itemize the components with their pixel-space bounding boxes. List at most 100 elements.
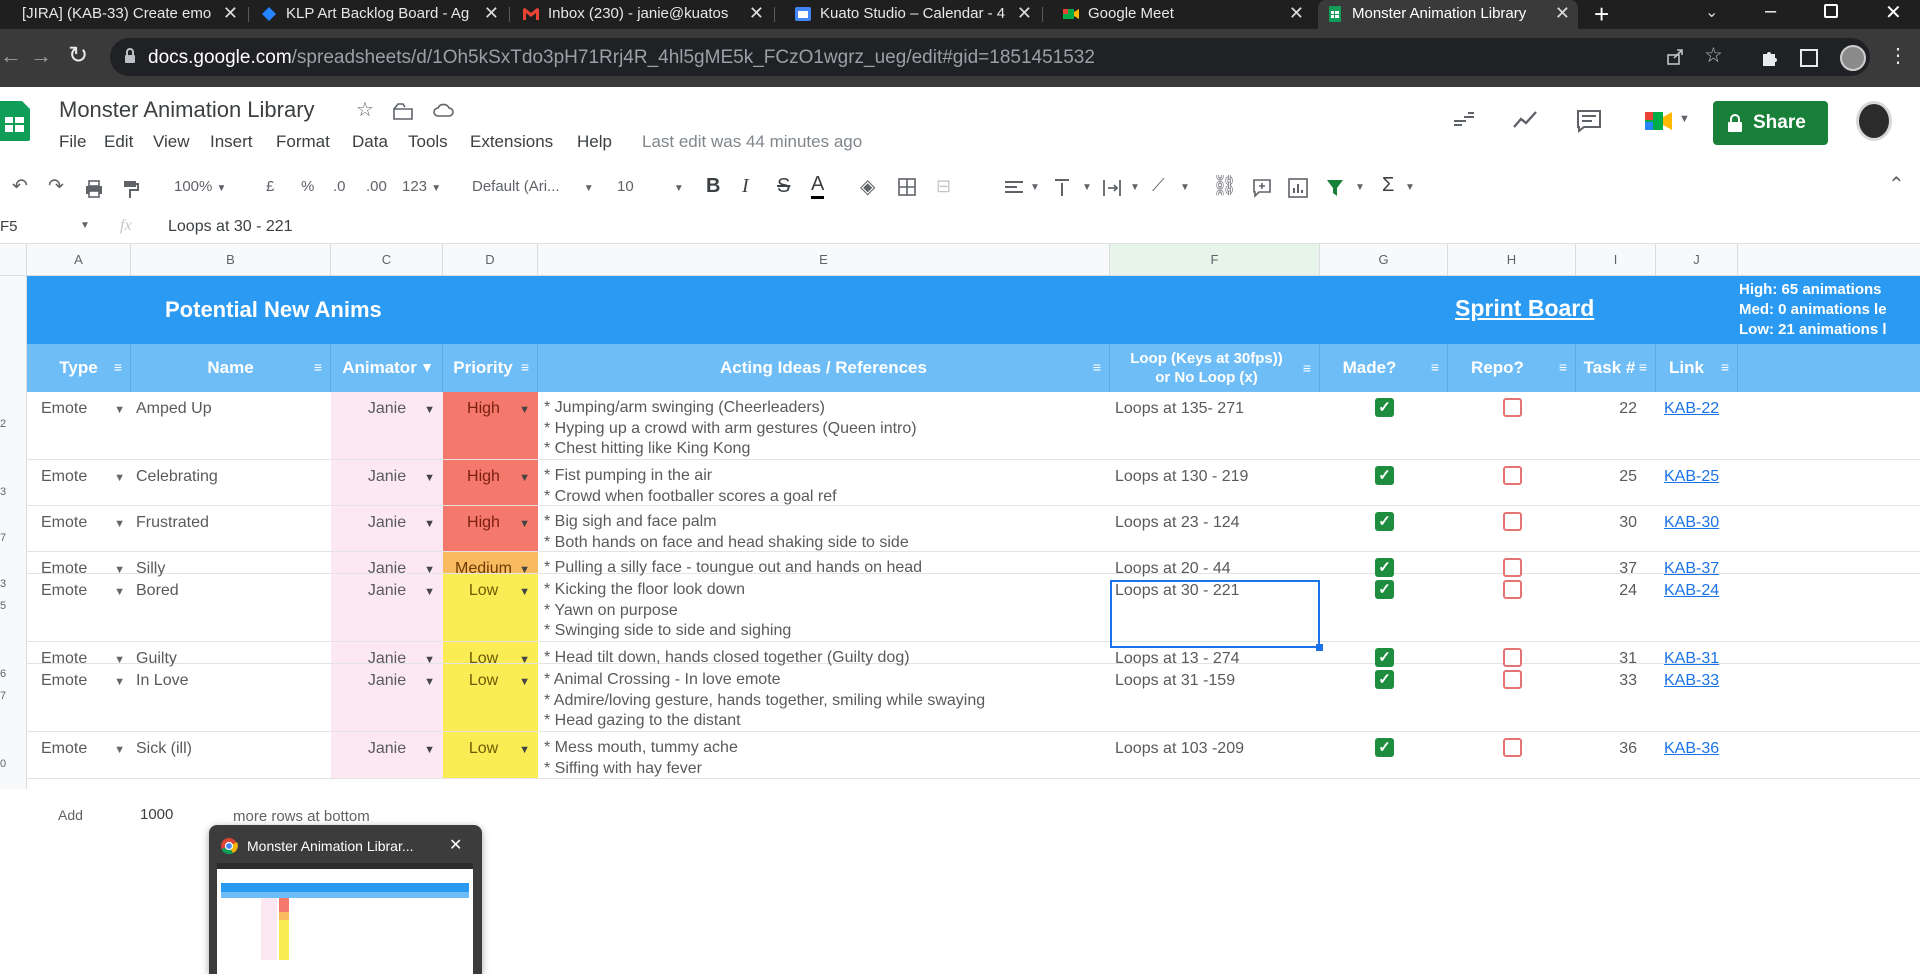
collapse-menus-icon[interactable]: ⌃	[1888, 172, 1905, 197]
row-number[interactable]: 5	[0, 600, 6, 612]
menu-view[interactable]: View	[153, 132, 190, 152]
made-cell[interactable]: ✓	[1320, 574, 1448, 641]
repo-cell[interactable]	[1448, 664, 1576, 731]
made-cell[interactable]: ✓	[1320, 732, 1448, 778]
made-cell[interactable]: ✓	[1320, 552, 1448, 577]
filter-icon[interactable]: ≡	[1303, 359, 1311, 378]
add-rows-count[interactable]: 1000	[140, 806, 173, 823]
task-cell[interactable]: 24	[1576, 574, 1656, 641]
menu-extensions[interactable]: Extensions	[470, 132, 553, 152]
share-button[interactable]: Share	[1713, 101, 1828, 145]
profile-avatar[interactable]	[1840, 45, 1866, 71]
animator-dropdown-icon[interactable]: ▼	[424, 472, 435, 484]
browser-tab-meet[interactable]: Google Meet ✕	[1054, 0, 1312, 29]
loop-cell[interactable]: Loops at 103 -209	[1110, 732, 1320, 778]
meet-dropdown-icon[interactable]: ▼	[1679, 113, 1690, 125]
acting-ideas-cell[interactable]: * Pulling a silly face - toungue out and…	[538, 552, 1110, 576]
window-preview-popup[interactable]: Monster Animation Librar... ✕	[209, 825, 482, 974]
browser-tab-monster-animation-library[interactable]: Monster Animation Library ✕	[1318, 0, 1578, 29]
repo-cell[interactable]	[1448, 392, 1576, 459]
name-cell[interactable]: Celebrating	[131, 460, 331, 505]
wrap-dropdown-icon[interactable]: ▼	[1130, 182, 1140, 193]
animator-dropdown-icon[interactable]: ▼	[424, 518, 435, 530]
column-header-k[interactable]	[1738, 244, 1920, 276]
column-header-h[interactable]: H	[1448, 244, 1576, 276]
back-arrow-icon[interactable]: ←	[0, 43, 22, 69]
row-number[interactable]: 3	[0, 486, 6, 498]
type-cell[interactable]: Emote ▼	[27, 642, 131, 667]
font-size-select[interactable]: 10 ▼	[617, 178, 684, 195]
column-header-i[interactable]: I	[1576, 244, 1656, 276]
header-priority[interactable]: Priority ≡	[443, 344, 538, 392]
filter-active-icon[interactable]: ▼	[420, 359, 434, 375]
priority-dropdown-icon[interactable]: ▼	[519, 676, 530, 688]
align-dropdown-icon[interactable]: ▼	[1030, 182, 1040, 193]
filter-icon[interactable]	[1326, 178, 1344, 198]
checkbox-unchecked[interactable]	[1503, 580, 1522, 599]
omnibox[interactable]: docs.google.com/spreadsheets/d/1Oh5kSxTd…	[110, 38, 1870, 76]
name-box-dropdown-icon[interactable]: ▼	[80, 220, 90, 231]
header-animator[interactable]: Animator ▼	[331, 344, 443, 392]
repo-cell[interactable]	[1448, 732, 1576, 778]
browser-menu-icon[interactable]: ⋮	[1888, 43, 1908, 68]
reload-icon[interactable]: ↻	[68, 41, 88, 70]
tab-close-icon[interactable]: ✕	[749, 0, 764, 27]
checkbox-checked[interactable]: ✓	[1375, 580, 1394, 599]
made-cell[interactable]: ✓	[1320, 392, 1448, 459]
column-header-f[interactable]: F	[1110, 244, 1320, 276]
filter-icon[interactable]: ≡	[1559, 359, 1567, 375]
url-text[interactable]: docs.google.com/spreadsheets/d/1Oh5kSxTd…	[148, 47, 1095, 69]
menu-data[interactable]: Data	[352, 132, 388, 152]
type-cell[interactable]: Emote ▼	[27, 732, 131, 778]
type-dropdown-icon[interactable]: ▼	[114, 404, 125, 416]
minimize-window-icon[interactable]: –	[1765, 0, 1776, 23]
repo-cell[interactable]	[1448, 552, 1576, 577]
priority-dropdown-icon[interactable]: ▼	[519, 744, 530, 756]
row-number[interactable]: 6	[0, 668, 6, 680]
animator-cell[interactable]: Janie ▼	[331, 642, 443, 667]
link-cell[interactable]: KAB-37	[1656, 552, 1738, 577]
header-link[interactable]: Link ≡	[1656, 344, 1738, 392]
repo-cell[interactable]	[1448, 574, 1576, 641]
row-number[interactable]: 0	[0, 758, 6, 770]
meet-call-icon[interactable]	[1644, 109, 1674, 133]
type-cell[interactable]: Emote ▼	[27, 664, 131, 731]
priority-cell[interactable]: High ▼	[443, 460, 538, 505]
undo-icon[interactable]: ↶	[12, 175, 28, 198]
link-cell[interactable]: KAB-33	[1656, 664, 1738, 731]
browser-tab-art-backlog[interactable]: KLP Art Backlog Board - Ag ✕	[252, 0, 507, 29]
filter-icon[interactable]: ≡	[521, 359, 529, 375]
bookmark-star-icon[interactable]: ☆	[1704, 43, 1723, 68]
close-window-icon[interactable]: ✕	[1885, 0, 1902, 25]
user-avatar[interactable]	[1856, 101, 1892, 141]
type-dropdown-icon[interactable]: ▼	[114, 744, 125, 756]
priority-cell[interactable]: Low ▼	[443, 664, 538, 731]
animator-dropdown-icon[interactable]: ▼	[424, 586, 435, 598]
task-cell[interactable]: 25	[1576, 460, 1656, 505]
rotation-dropdown-icon[interactable]: ▼	[1180, 182, 1190, 193]
header-made[interactable]: Made? ≡	[1320, 344, 1448, 392]
comments-icon[interactable]	[1576, 109, 1602, 133]
name-cell[interactable]: In Love	[131, 664, 331, 731]
borders-icon[interactable]	[898, 178, 916, 196]
loop-cell[interactable]: Loops at 31 -159	[1110, 664, 1320, 731]
task-cell[interactable]: 22	[1576, 392, 1656, 459]
name-cell[interactable]: Sick (ill)	[131, 732, 331, 778]
animator-cell[interactable]: Janie ▼	[331, 732, 443, 778]
filter-dropdown-icon[interactable]: ▼	[1355, 182, 1365, 193]
checkbox-unchecked[interactable]	[1503, 512, 1522, 531]
font-family-select[interactable]: Default (Ari... ▼	[472, 178, 594, 195]
priority-cell[interactable]: Low ▼	[443, 732, 538, 778]
animator-cell[interactable]: Janie ▼	[331, 460, 443, 505]
type-cell[interactable]: Emote ▼	[27, 392, 131, 459]
currency-format-button[interactable]: £	[266, 178, 274, 195]
text-rotation-icon[interactable]: ⟋	[1152, 175, 1165, 196]
name-cell[interactable]: Guilty	[131, 642, 331, 667]
browser-tab-calendar[interactable]: Kuato Studio – Calendar - 4 ✕	[786, 0, 1040, 29]
valign-dropdown-icon[interactable]: ▼	[1082, 182, 1092, 193]
priority-cell[interactable]: Medium ▼	[443, 552, 538, 577]
type-cell[interactable]: Emote ▼	[27, 506, 131, 551]
tab-search-chevron-icon[interactable]: ⌄	[1705, 2, 1718, 22]
filter-icon[interactable]: ≡	[1721, 359, 1729, 375]
made-cell[interactable]: ✓	[1320, 460, 1448, 505]
